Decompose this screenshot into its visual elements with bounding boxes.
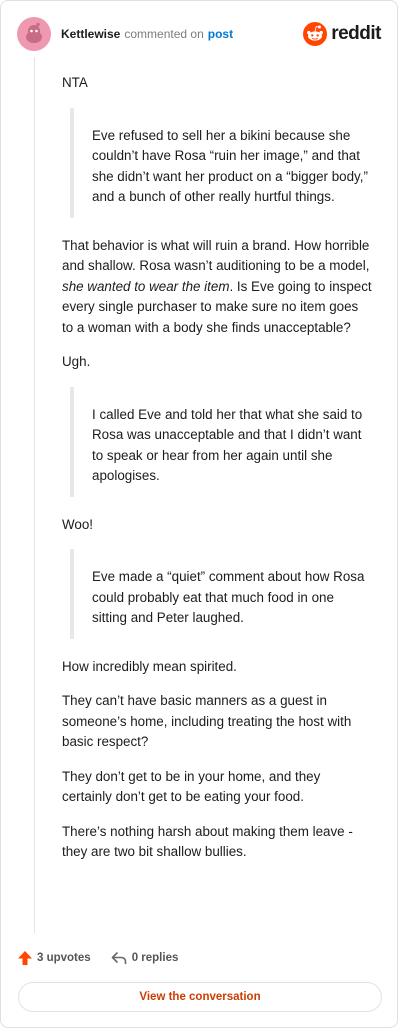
comment-body: NTA Eve refused to sell her a bikini bec… xyxy=(62,73,372,877)
comment-footer: 3 upvotes 0 replies xyxy=(17,947,178,969)
upvote-count: 3 upvotes xyxy=(37,952,91,964)
logo-wordmark: reddit xyxy=(331,23,381,44)
view-conversation-button[interactable]: View the conversation xyxy=(18,982,382,1012)
reply-count: 0 replies xyxy=(131,952,179,964)
author-line: Kettlewise commented on post xyxy=(61,27,233,41)
action-text: commented on xyxy=(124,27,204,41)
snoo-avatar-icon xyxy=(26,22,42,43)
post-link[interactable]: post xyxy=(208,27,233,41)
comment-paragraph: How incredibly mean spirited. xyxy=(62,658,237,674)
comment-paragraph: Ugh. xyxy=(62,354,91,369)
thread-line[interactable] xyxy=(34,57,35,933)
quote-text: I called Eve and told her that what she … xyxy=(92,406,363,484)
quote-text: Eve made a “quiet” comment about how Ros… xyxy=(92,569,365,625)
comment-paragraph: That behavior is what will ruin a brand.… xyxy=(62,236,372,339)
text-run: That behavior is what will ruin a brand.… xyxy=(62,237,370,274)
reddit-logo[interactable]: reddit xyxy=(303,22,381,46)
upvote-button[interactable]: 3 upvotes xyxy=(17,950,91,966)
avatar[interactable] xyxy=(17,17,51,51)
upvote-arrow-icon xyxy=(18,951,32,965)
reddit-snoo-icon xyxy=(303,22,328,46)
reply-arrow-icon xyxy=(111,952,126,965)
comment-paragraph: NTA xyxy=(62,75,88,90)
replies-button[interactable]: 0 replies xyxy=(111,951,179,965)
comment-header: Kettlewise commented on post reddit xyxy=(17,17,381,51)
comment-paragraph: There’s nothing harsh about making them … xyxy=(62,823,353,860)
blockquote: Eve made a “quiet” comment about how Ros… xyxy=(70,549,372,639)
author-name[interactable]: Kettlewise xyxy=(61,27,120,41)
comment-card: Kettlewise commented on post reddit NTA … xyxy=(0,0,398,1028)
comment-paragraph: They can’t have basic manners as a guest… xyxy=(62,693,352,749)
italic-text: she wanted to wear the item xyxy=(62,278,230,294)
blockquote: Eve refused to sell her a bikini because… xyxy=(70,107,372,218)
blockquote: I called Eve and told her that what she … xyxy=(70,386,372,497)
quote-text: Eve refused to sell her a bikini because… xyxy=(92,127,368,205)
comment-paragraph: Woo! xyxy=(62,516,94,532)
comment-paragraph: They don’t get to be in your home, and t… xyxy=(62,768,321,805)
